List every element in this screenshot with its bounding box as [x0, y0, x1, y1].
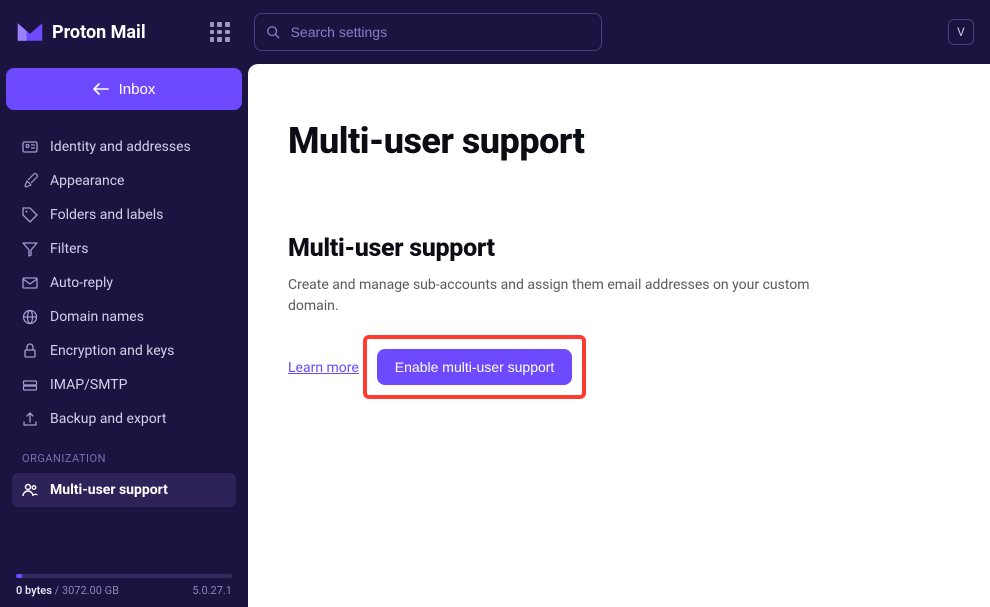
sidebar-footer: 0 bytes / 3072.00 GB 5.0.27.1 — [6, 584, 242, 607]
sidebar-item-label: Appearance — [50, 173, 124, 189]
sidebar-item-label: IMAP/SMTP — [50, 377, 127, 393]
avatar[interactable]: V — [948, 19, 974, 45]
inbox-label: Inbox — [119, 81, 156, 98]
highlight-annotation: Enable multi-user support — [363, 335, 587, 399]
product-name: Proton Mail — [52, 22, 146, 43]
sidebar-item-appearance[interactable]: Appearance — [12, 164, 236, 198]
lock-icon — [22, 343, 38, 359]
enable-multiuser-button[interactable]: Enable multi-user support — [377, 349, 573, 385]
search-icon — [266, 25, 280, 39]
paintbrush-icon — [22, 173, 38, 189]
sidebar-item-folders[interactable]: Folders and labels — [12, 198, 236, 232]
sidebar-item-autoreply[interactable]: Auto-reply — [12, 266, 236, 300]
app-header: Proton Mail V — [0, 0, 990, 64]
sidebar-item-domains[interactable]: Domain names — [12, 300, 236, 334]
sidebar-item-identity[interactable]: Identity and addresses — [12, 130, 236, 164]
inbox-button[interactable]: Inbox — [6, 68, 242, 110]
sidebar-item-backup[interactable]: Backup and export — [12, 402, 236, 436]
upload-icon — [22, 411, 38, 427]
sidebar-item-filters[interactable]: Filters — [12, 232, 236, 266]
page-title: Multi-user support — [288, 120, 950, 162]
storage-text: 0 bytes / 3072.00 GB — [16, 584, 119, 597]
sidebar-item-label: Filters — [50, 241, 89, 257]
sidebar-item-label: Backup and export — [50, 411, 166, 427]
envelope-arrow-icon — [22, 275, 38, 291]
sidebar-item-multiuser[interactable]: Multi-user support — [12, 473, 236, 507]
app-switcher-icon[interactable] — [210, 22, 230, 42]
sidebar-section-organization: ORGANIZATION — [12, 436, 236, 473]
storage-indicator — [6, 564, 242, 584]
sidebar-item-label: Identity and addresses — [50, 139, 191, 155]
storage-used: 0 bytes — [16, 584, 52, 597]
proton-logo-icon — [16, 18, 44, 46]
section-title: Multi-user support — [288, 234, 950, 263]
tag-icon — [22, 207, 38, 223]
sidebar-item-label: Folders and labels — [50, 207, 163, 223]
sidebar-item-label: Encryption and keys — [50, 343, 174, 359]
section-description: Create and manage sub-accounts and assig… — [288, 275, 858, 317]
version-text: 5.0.27.1 — [192, 584, 232, 597]
sidebar-item-label: Auto-reply — [50, 275, 113, 291]
sidebar-item-imap[interactable]: IMAP/SMTP — [12, 368, 236, 402]
search-container — [254, 13, 602, 51]
arrow-left-icon — [93, 83, 109, 95]
sidebar-item-encryption[interactable]: Encryption and keys — [12, 334, 236, 368]
users-icon — [22, 482, 38, 498]
sidebar-nav: Identity and addresses Appearance Folder… — [6, 130, 242, 564]
logo[interactable]: Proton Mail — [16, 18, 146, 46]
tray-icon — [22, 377, 38, 393]
search-input[interactable] — [254, 13, 602, 51]
sidebar-item-label: Domain names — [50, 309, 144, 325]
globe-icon — [22, 309, 38, 325]
learn-more-link[interactable]: Learn more — [288, 360, 359, 376]
id-card-icon — [22, 139, 38, 155]
storage-total: 3072.00 GB — [62, 584, 119, 597]
main-content: Multi-user support Multi-user support Cr… — [248, 64, 990, 607]
funnel-icon — [22, 241, 38, 257]
sidebar-item-label: Multi-user support — [50, 482, 168, 498]
sidebar: Inbox Identity and addresses Appearance … — [0, 64, 248, 607]
